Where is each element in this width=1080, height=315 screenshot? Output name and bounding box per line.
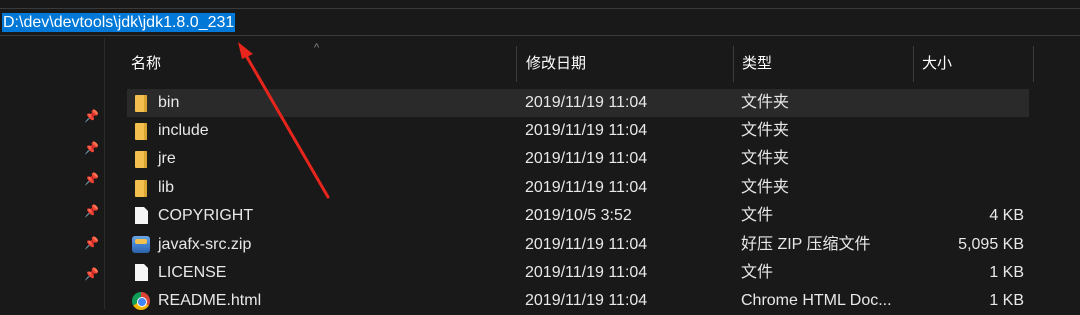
column-divider[interactable] [516,46,517,82]
file-row-jre[interactable]: jre 2019/11/19 11:04 文件夹 [127,145,1029,173]
pin-icon[interactable]: 📌 [84,267,99,281]
document-icon [135,207,148,224]
file-date: 2019/11/19 11:04 [525,292,648,309]
zip-archive-icon [132,236,150,253]
column-header-row: 名称 修改日期 类型 大小 [105,46,1080,82]
file-row-include[interactable]: include 2019/11/19 11:04 文件夹 [127,117,1029,145]
file-size [907,89,1024,117]
file-name: README.html [158,292,262,309]
file-date: 2019/11/19 11:04 [525,94,648,111]
column-header-name[interactable]: 名称 [131,46,161,82]
file-type: 文件夹 [741,94,790,111]
file-date: 2019/11/19 11:04 [525,264,648,281]
file-type: 文件夹 [741,179,790,196]
file-type: 文件夹 [741,150,790,167]
pin-icon[interactable]: 📌 [84,109,99,123]
file-type: 好压 ZIP 压缩文件 [741,236,871,253]
file-type: 文件 [741,207,774,224]
file-row-bin[interactable]: bin 2019/11/19 11:04 文件夹 [127,89,1029,117]
chrome-icon [132,292,150,310]
file-name: include [158,122,209,139]
file-name: COPYRIGHT [158,207,254,224]
address-bar[interactable]: D:\dev\devtools\jdk\jdk1.8.0_231 [0,8,1080,36]
file-name: jre [158,150,176,167]
file-type: Chrome HTML Doc... [741,292,892,309]
file-date: 2019/11/19 11:04 [525,179,648,196]
pin-icon[interactable]: 📌 [84,141,99,155]
file-row-license[interactable]: LICENSE 2019/11/19 11:04 文件 1 KB [127,259,1029,287]
file-row-readme-html[interactable]: README.html 2019/11/19 11:04 Chrome HTML… [127,287,1029,315]
document-icon [135,264,148,281]
pin-icon[interactable]: 📌 [84,236,99,250]
file-size [907,174,1024,202]
file-row-javafx-src-zip[interactable]: javafx-src.zip 2019/11/19 11:04 好压 ZIP 压… [127,231,1029,259]
file-type: 文件 [741,264,774,281]
file-name: LICENSE [158,264,227,281]
file-size: 1 KB [989,264,1024,281]
file-name: lib [158,179,175,196]
file-row-copyright[interactable]: COPYRIGHT 2019/10/5 3:52 文件 4 KB [127,202,1029,230]
pin-icon[interactable]: 📌 [84,204,99,218]
column-header-size[interactable]: 大小 [922,46,952,82]
column-header-date[interactable]: 修改日期 [526,46,586,82]
file-size [907,145,1024,173]
file-size: 5,095 KB [958,236,1024,253]
folder-icon [135,151,147,168]
folder-icon [135,95,147,112]
file-date: 2019/11/19 11:04 [525,236,648,253]
pin-icon[interactable]: 📌 [84,172,99,186]
navigation-pane: 📌 📌 📌 📌 📌 📌 [0,38,104,309]
file-date: 2019/10/5 3:52 [525,207,632,224]
file-date: 2019/11/19 11:04 [525,122,648,139]
file-name: javafx-src.zip [158,236,252,253]
file-size [907,117,1024,145]
folder-icon [135,180,147,197]
file-size: 1 KB [989,292,1024,309]
column-divider[interactable] [913,46,914,82]
file-row-lib[interactable]: lib 2019/11/19 11:04 文件夹 [127,174,1029,202]
column-divider[interactable] [1033,46,1034,82]
file-type: 文件夹 [741,122,790,139]
file-size: 4 KB [989,207,1024,224]
file-name: bin [158,94,180,111]
file-date: 2019/11/19 11:04 [525,150,648,167]
column-divider[interactable] [733,46,734,82]
folder-icon [135,123,147,140]
column-header-type[interactable]: 类型 [742,46,772,82]
address-path[interactable]: D:\dev\devtools\jdk\jdk1.8.0_231 [2,13,236,32]
